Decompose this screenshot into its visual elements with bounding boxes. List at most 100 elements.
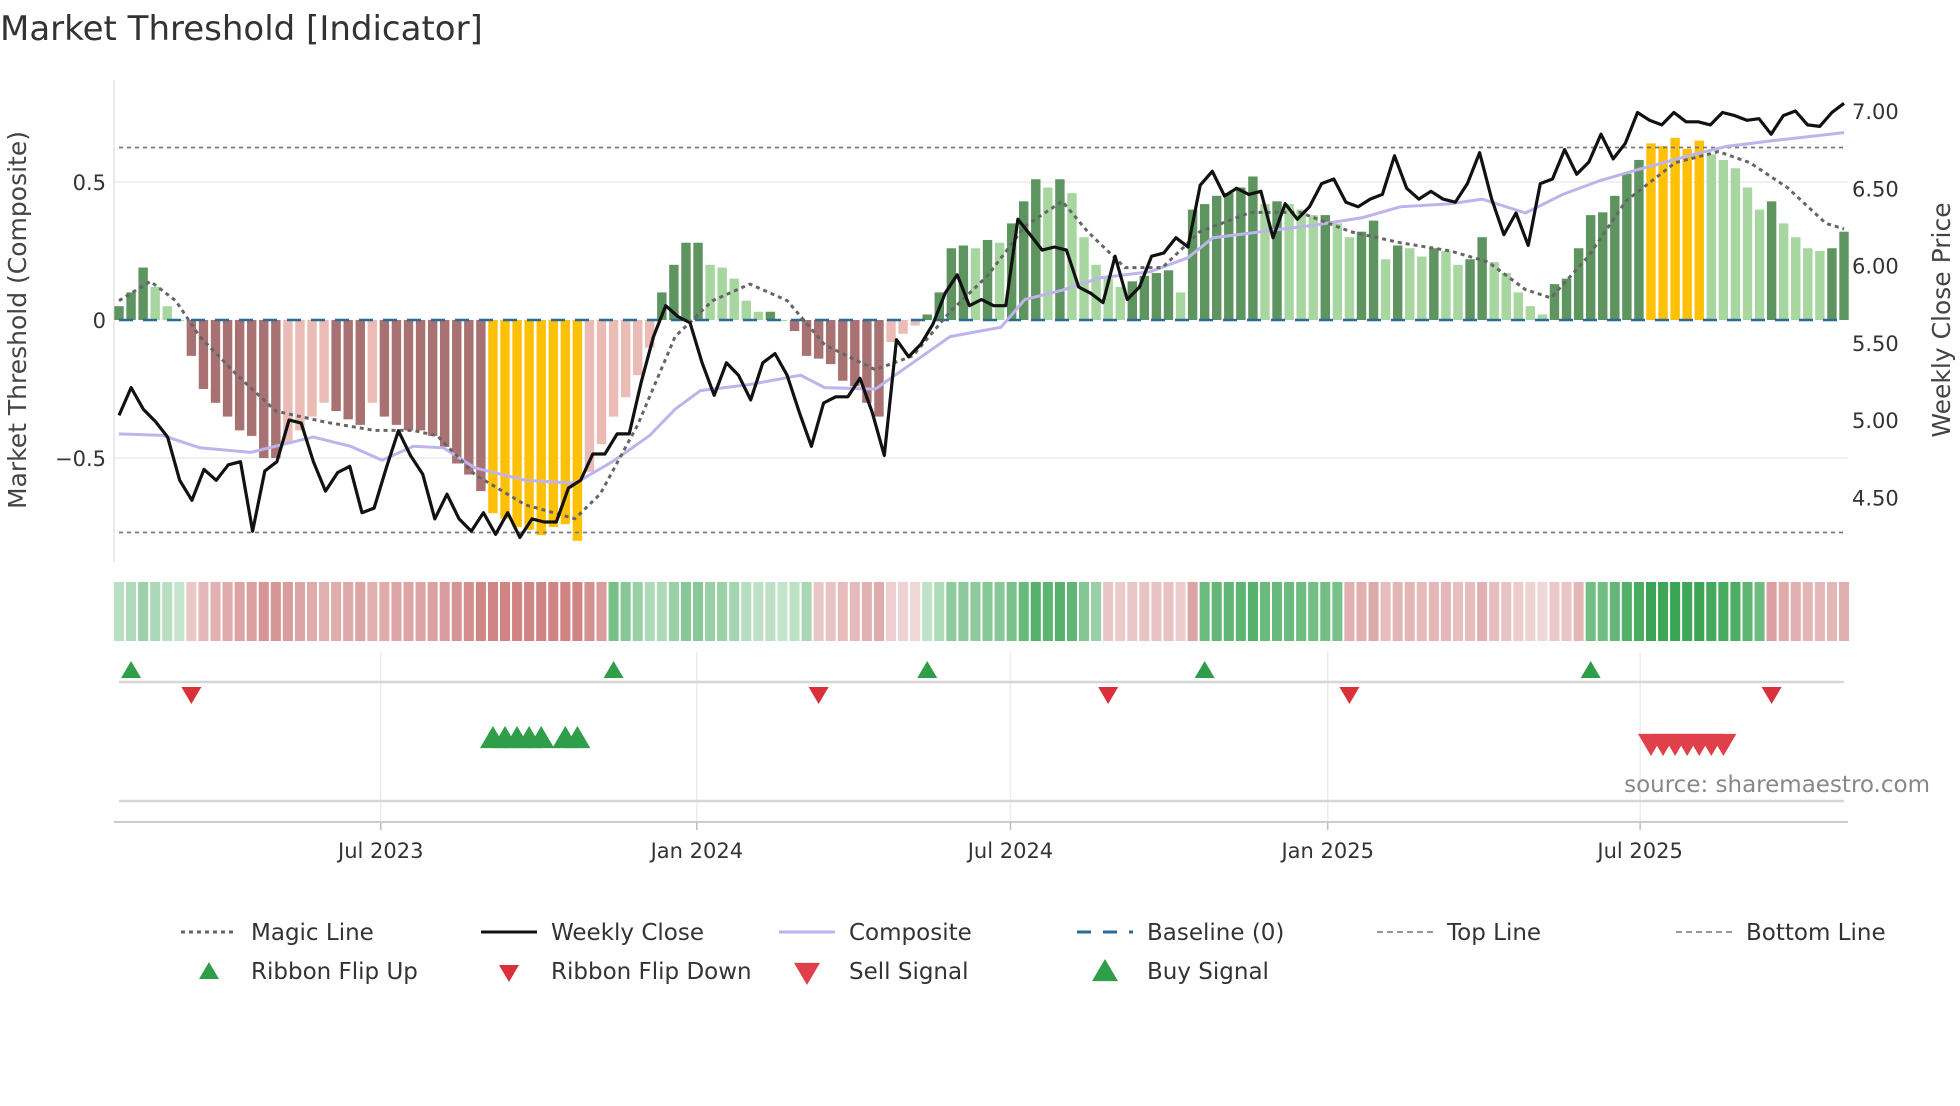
legend-item: Bottom Line: [1676, 920, 1886, 946]
y2-tick-label: 6.50: [1852, 177, 1899, 201]
composite-bar: [970, 248, 981, 320]
composite-bar: [1694, 140, 1704, 320]
ribbon-stripe-up: [1754, 582, 1765, 641]
composite-bar: [367, 320, 378, 403]
ribbon-stripe-up: [1682, 582, 1693, 641]
ribbon-stripe-down: [813, 582, 824, 641]
ribbon-stripe-down: [1489, 582, 1500, 641]
legend-item: Weekly Close: [481, 920, 704, 946]
ribbon-stripe-down: [849, 582, 860, 641]
composite-bar: [681, 242, 691, 320]
ribbon-stripe-up: [1597, 582, 1608, 641]
ribbon-stripe-up: [1091, 582, 1102, 641]
composite-bar: [259, 320, 269, 458]
ribbon-stripe-down: [270, 582, 281, 641]
composite-bar: [1706, 154, 1717, 320]
composite-bar: [1320, 215, 1330, 320]
y2-tick-label: 5.50: [1852, 332, 1899, 356]
composite-bar: [826, 320, 836, 365]
ribbon-stripe-down: [1380, 582, 1391, 641]
composite-bar: [331, 320, 341, 412]
ribbon-stripe-down: [1392, 582, 1403, 641]
composite-bar: [1284, 204, 1294, 320]
composite-bar: [717, 267, 727, 320]
ribbon-stripe-up: [1284, 582, 1295, 641]
composite-bar: [138, 267, 148, 320]
composite-bar: [729, 278, 739, 320]
composite-bar: [1646, 143, 1656, 320]
composite-bar: [1429, 248, 1439, 320]
composite-bar: [1212, 195, 1222, 320]
ribbon-stripe-down: [355, 582, 366, 641]
ribbon-stripe-down: [294, 582, 305, 641]
y-tick-label: 0.5: [73, 171, 106, 195]
ribbon-stripe-up: [608, 582, 619, 641]
ribbon-stripe-up: [922, 582, 933, 641]
ribbon-stripe-up: [1066, 582, 1078, 641]
ribbon-stripe-up: [162, 582, 173, 641]
ribbon-stripe-down: [1440, 582, 1451, 641]
ribbon-stripe-down: [331, 582, 342, 641]
ribbon-stripe-down: [427, 582, 438, 641]
legend-item: Baseline (0): [1077, 920, 1284, 946]
composite-bar: [705, 264, 715, 320]
grid: [113, 80, 1848, 830]
composite-bar: [391, 320, 402, 425]
magic-line: [118, 150, 1845, 521]
ribbon-stripe-up: [1235, 582, 1246, 641]
composite-bar: [1405, 248, 1415, 320]
composite-bar: [1199, 204, 1210, 320]
ribbon-stripe-up: [958, 582, 969, 641]
ribbon-stripe-down: [1838, 582, 1850, 641]
ribbon-stripe-down: [1428, 582, 1439, 641]
ribbon-stripe-down: [1561, 582, 1572, 641]
ribbon-stripe-down: [1139, 582, 1150, 641]
legend-label: Weekly Close: [551, 920, 704, 946]
composite-bar: [1380, 259, 1391, 320]
ribbon-stripe-down: [1477, 582, 1488, 641]
composite-bar: [1513, 292, 1524, 320]
composite-bar: [548, 320, 558, 527]
ribbon-stripe-down: [186, 582, 197, 641]
composite-bar: [1344, 237, 1355, 320]
ribbon-stripe-down: [873, 582, 884, 641]
legend-label: Ribbon Flip Down: [551, 959, 752, 985]
ribbon-flip-down-marker: [1761, 687, 1782, 704]
ribbon-stripe-up: [789, 582, 800, 641]
ribbon-flip-up-marker: [1580, 661, 1601, 678]
composite-bar: [850, 320, 860, 387]
ribbon-stripe-down: [837, 582, 848, 641]
composite-bar: [898, 320, 908, 334]
y2-tick-label: 6.00: [1852, 255, 1899, 279]
composite-bar: [1091, 264, 1101, 320]
composite-bar: [633, 320, 643, 376]
composite-bar: [403, 320, 414, 431]
composite-bar: [608, 320, 619, 417]
ribbon-stripe-down: [1163, 582, 1174, 641]
composite-bar: [1127, 281, 1137, 320]
ribbon-stripe-down: [1465, 582, 1476, 641]
ribbon-stripe-down: [512, 582, 523, 641]
ribbon-stripe-down: [1537, 582, 1548, 641]
ribbon-stripe-up: [1079, 582, 1090, 641]
composite-bar: [512, 320, 522, 527]
ribbon-stripe-up: [1247, 582, 1258, 641]
ribbon-stripe-down: [487, 582, 498, 641]
ribbon-flip-down-marker: [1339, 687, 1360, 704]
ribbon-stripe-down: [403, 582, 414, 641]
ribbon-stripe-down: [499, 582, 511, 641]
ribbon-stripe-down: [1778, 582, 1789, 641]
ribbon-stripe-up: [1332, 582, 1343, 641]
ribbon-stripe-down: [198, 582, 209, 641]
composite-bar: [222, 320, 233, 417]
composite-bar: [693, 242, 703, 320]
ribbon-stripe-up: [1730, 582, 1741, 641]
ribbon-stripe-down: [319, 582, 330, 641]
composite-bar: [1561, 278, 1572, 320]
ribbon-stripe-up: [632, 582, 643, 641]
composite-bar: [307, 320, 317, 417]
ribbon-stripe-up: [729, 582, 740, 641]
ribbon-stripe-down: [1187, 582, 1198, 641]
ribbon-stripe-up: [1658, 582, 1669, 641]
ribbon-stripe-up: [946, 582, 957, 641]
